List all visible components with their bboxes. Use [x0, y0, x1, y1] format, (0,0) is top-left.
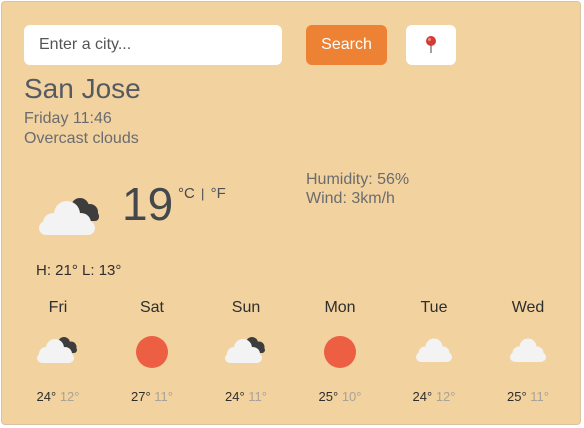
forecast-high: 25°	[507, 389, 527, 404]
forecast-day-name: Wed	[511, 299, 545, 316]
unit-toggle: °C | °F	[178, 185, 226, 202]
current-temperature: 19	[122, 178, 174, 230]
forecast-low: 11°	[530, 389, 549, 404]
city-name: San Jose	[24, 73, 141, 104]
date-time: Friday 11:46	[24, 110, 112, 127]
sun-icon	[105, 334, 199, 370]
forecast-day-name: Fri	[48, 299, 68, 316]
forecast-day-name: Mon	[324, 299, 356, 316]
celsius-unit[interactable]: °C	[178, 185, 195, 202]
forecast-low: 12°	[59, 389, 80, 404]
city-search-input[interactable]	[24, 25, 282, 65]
search-button[interactable]: Search	[306, 25, 387, 65]
cloud-icon	[481, 334, 575, 370]
forecast-temperatures: 24° 12°	[387, 389, 481, 405]
unit-separator: |	[201, 186, 205, 201]
weather-card: Search San Jose Friday 11:46 Overcast cl…	[1, 1, 581, 425]
forecast-day: Tue 24° 12°	[387, 298, 481, 404]
sun-icon	[293, 334, 387, 370]
forecast-day: Wed 25° 11°	[481, 298, 575, 404]
high-label: H:	[36, 262, 51, 279]
forecast-day: Fri 24° 12°	[11, 298, 105, 404]
current-location-button[interactable]	[406, 25, 456, 65]
forecast-low: 11°	[248, 389, 267, 404]
forecast-temperatures: 24° 12°	[11, 389, 105, 405]
humidity: Humidity: 56%	[306, 171, 410, 188]
overcast-clouds-icon	[199, 334, 293, 370]
forecast-high: 24°	[412, 389, 433, 404]
map-pin-icon	[406, 35, 456, 55]
high-low-temperature: H: 21° L: 13°	[36, 262, 121, 280]
forecast-low: 11°	[154, 389, 173, 404]
forecast-day-name: Sun	[231, 299, 261, 316]
forecast-high: 25°	[318, 389, 339, 404]
overcast-clouds-icon	[35, 192, 107, 243]
overcast-clouds-icon	[11, 334, 105, 370]
forecast-low: 12°	[435, 389, 456, 404]
wind: Wind: 3km/h	[306, 190, 395, 207]
forecast-day: Mon 25° 10°	[293, 298, 387, 404]
forecast-high: 24°	[225, 389, 245, 404]
forecast-day: Sat 27° 11°	[105, 298, 199, 404]
low-value: 13°	[98, 262, 122, 279]
forecast-temperatures: 27° 11°	[105, 389, 199, 405]
forecast-day: Sun 24° 11°	[199, 298, 293, 404]
forecast-low: 10°	[341, 389, 362, 404]
forecast-high: 27°	[131, 389, 151, 404]
weather-condition: Overcast clouds	[24, 130, 139, 147]
low-label: L:	[82, 262, 95, 279]
high-value: 21°	[55, 262, 78, 279]
forecast-temperatures: 25° 10°	[293, 389, 387, 405]
forecast-day-name: Tue	[420, 299, 448, 316]
cloud-icon	[387, 334, 481, 370]
fahrenheit-unit[interactable]: °F	[211, 185, 226, 202]
forecast-day-name: Sat	[139, 299, 164, 316]
forecast-temperatures: 25° 11°	[481, 389, 575, 405]
forecast-high: 24°	[36, 389, 57, 404]
forecast-temperatures: 24° 11°	[199, 389, 293, 405]
